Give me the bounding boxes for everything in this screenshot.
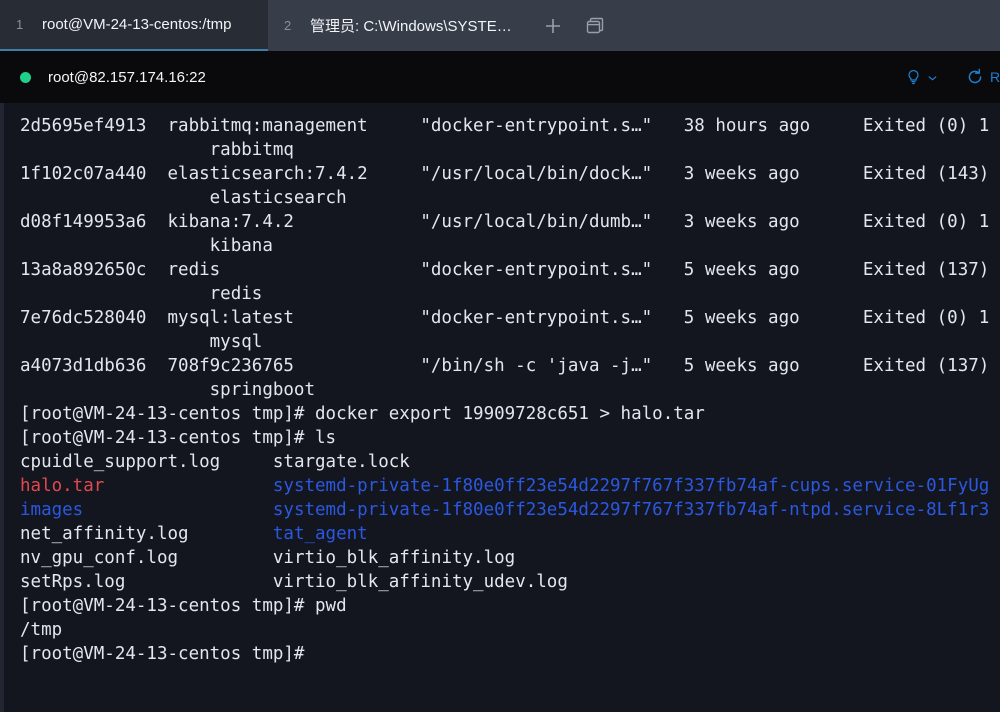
ls-entry: setRps.log [20,572,273,592]
ls-entry: nv_gpu_conf.log [20,548,273,568]
docker-ps-row: d08f149953a6 kibana:7.4.2 "/usr/local/bi… [20,212,990,232]
terminal-line: cpuidle_support.log stargate.lock [20,450,1000,474]
command-line-ls: [root@VM-24-13-centos tmp]# ls [20,428,337,448]
terminal-line: [root@VM-24-13-centos tmp]# docker expor… [20,402,1000,426]
command-line-export: [root@VM-24-13-centos tmp]# docker expor… [20,404,705,424]
terminal-line: 7e76dc528040 mysql:latest "docker-entryp… [20,306,1000,330]
terminal-line: rabbitmq [20,138,1000,162]
new-tab-button[interactable] [540,13,566,39]
layout-panes-button[interactable] [582,13,608,39]
docker-ps-names: elasticsearch [20,188,347,208]
docker-ps-names: kibana [20,236,273,256]
terminal-line: [root@VM-24-13-centos tmp]# ls [20,426,1000,450]
reconnect-button[interactable]: Re [966,68,1000,86]
command-prompt-current: [root@VM-24-13-centos tmp]# [20,644,305,664]
tab-2-number: 2 [284,18,292,33]
refresh-icon [968,68,982,84]
chevron-down-icon [928,75,937,80]
docker-ps-names: mysql [20,332,263,352]
terminal-line: redis [20,282,1000,306]
terminal-line: 1f102c07a440 elasticsearch:7.4.2 "/usr/l… [20,162,1000,186]
terminal-line: net_affinity.log tat_agent [20,522,1000,546]
plus-icon [546,18,560,33]
terminal-line: [root@VM-24-13-centos tmp]# [20,642,1000,666]
tab-1-number: 1 [16,17,24,32]
terminal-pane[interactable]: 2d5695ef4913 rabbitmq:management "docker… [0,103,1000,712]
terminal-line: [root@VM-24-13-centos tmp]# pwd [20,594,1000,618]
ls-entry: tat_agent [272,524,368,544]
terminal-line: 13a8a892650c redis "docker-entrypoint.s…… [20,258,1000,282]
tab-bar-actions [526,0,622,51]
terminal-line: mysql [20,330,1000,354]
terminal-line: nv_gpu_conf.log virtio_blk_affinity.log [20,546,1000,570]
ls-entry: systemd-private-1f80e0ff23e54d2297f767f3… [272,500,990,520]
terminal-left-edge [0,103,4,712]
docker-ps-names: redis [20,284,263,304]
terminal-output: 2d5695ef4913 rabbitmq:management "docker… [20,114,1000,666]
terminal-line: kibana [20,234,1000,258]
terminal-line: setRps.log virtio_blk_affinity_udev.log [20,570,1000,594]
tab-1-title: root@VM-24-13-centos:/tmp [42,16,232,33]
ls-entry: cpuidle_support.log [20,452,273,472]
ls-entry: systemd-private-1f80e0ff23e54d2297f767f3… [272,476,990,496]
docker-ps-row: 13a8a892650c redis "docker-entrypoint.s…… [20,260,990,280]
command-line-pwd: [root@VM-24-13-centos tmp]# pwd [20,596,347,616]
tab-2[interactable]: 2 管理员: C:\Windows\SYSTE… [268,0,526,51]
terminal-line: springboot [20,378,1000,402]
terminal-line: 2d5695ef4913 rabbitmq:management "docker… [20,114,1000,138]
terminal-line: halo.tar systemd-private-1f80e0ff23e54d2… [20,474,1000,498]
terminal-line: images systemd-private-1f80e0ff23e54d229… [20,498,1000,522]
toolbar-actions: Re [905,51,1000,103]
ls-entry: stargate.lock [272,452,410,472]
docker-ps-row: 1f102c07a440 elasticsearch:7.4.2 "/usr/l… [20,164,990,184]
connected-dot-icon [20,71,31,83]
reconnect-label: Re [990,69,1000,85]
terminal-line: d08f149953a6 kibana:7.4.2 "/usr/local/bi… [20,210,1000,234]
lightbulb-icon [908,69,919,84]
terminal-line: elasticsearch [20,186,1000,210]
ls-entry: net_affinity.log [20,524,273,544]
hint-button[interactable] [905,69,938,86]
docker-ps-row: 7e76dc528040 mysql:latest "docker-entryp… [20,308,990,328]
ls-entry: images [20,500,273,520]
docker-ps-names: rabbitmq [20,140,294,160]
pwd-output: /tmp [20,620,63,640]
session-address-label: root@82.157.174.16:22 [48,68,206,86]
terminal-line: a4073d1db636 708f9c236765 "/bin/sh -c 'j… [20,354,1000,378]
ls-entry: halo.tar [20,476,273,496]
docker-ps-row: 2d5695ef4913 rabbitmq:management "docker… [20,116,990,136]
tab-2-title: 管理员: C:\Windows\SYSTE… [310,18,510,35]
ls-entry: virtio_blk_affinity.log [272,548,516,568]
docker-ps-names: springboot [20,380,316,400]
split-panes-icon [586,17,604,33]
terminal-line: /tmp [20,618,1000,642]
ls-entry: virtio_blk_affinity_udev.log [272,572,568,592]
docker-ps-row: a4073d1db636 708f9c236765 "/bin/sh -c 'j… [20,356,990,376]
tab-1[interactable]: 1 root@VM-24-13-centos:/tmp [0,0,268,51]
session-toolbar: root@82.157.174.16:22 Re [0,51,1000,103]
tab-bar: 1 root@VM-24-13-centos:/tmp 2 管理员: C:\Wi… [0,0,1000,51]
tab-bar-filler [622,0,1000,51]
